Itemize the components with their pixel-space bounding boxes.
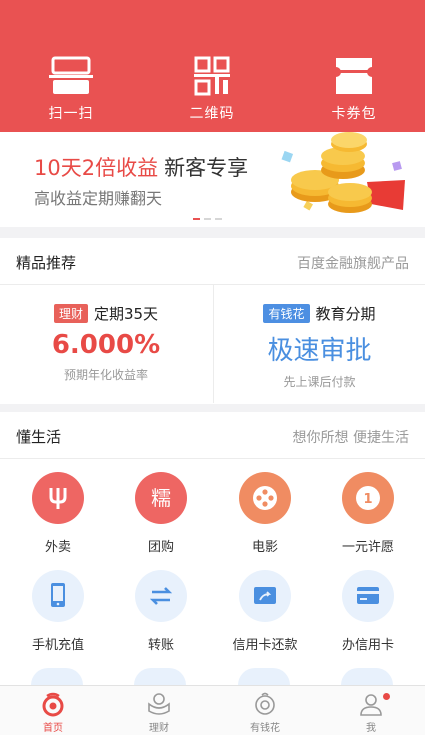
service-partial-icon xyxy=(31,668,83,685)
banner-dot xyxy=(215,218,222,220)
service-partial-icon xyxy=(238,668,290,685)
tab-label: 首页 xyxy=(43,723,63,734)
product-name: 教育分期 xyxy=(315,305,376,323)
product-card-education-loan[interactable]: 有钱花 教育分期 极速审批 先上课后付款 xyxy=(213,285,425,403)
qrcode-icon xyxy=(194,56,230,96)
life-section: 懂生活 想你所想 便捷生活 外卖 糯 团购 电影 1 一元许愿 手机充值 转账 … xyxy=(0,412,425,685)
coin-one-icon: 1 xyxy=(342,472,394,524)
tab-label: 我 xyxy=(366,723,376,734)
product-highlight: 极速审批 xyxy=(267,336,372,366)
service-credit-card-repay[interactable]: 信用卡还款 xyxy=(212,570,318,653)
service-transfer[interactable]: 转账 xyxy=(108,570,214,653)
top-header: 扫一扫 二维码 卡券包 xyxy=(0,0,425,132)
tab-wealth[interactable]: 理财 xyxy=(106,686,212,735)
product-title-row: 有钱花 教育分期 xyxy=(214,303,425,324)
tab-label: 有钱花 xyxy=(250,723,280,734)
service-label: 信用卡还款 xyxy=(232,638,298,653)
service-one-yuan-wish[interactable]: 1 一元许愿 xyxy=(315,472,421,555)
product-list: 理财 定期35天 6.000% 预期年化收益率 有钱花 教育分期 极速审批 先上课后… xyxy=(0,285,425,403)
featured-section: 精品推荐 百度金融旗舰产品 理财 定期35天 6.000% 预期年化收益率 有钱花… xyxy=(0,238,425,404)
banner-title-accent: 10天2倍收益 xyxy=(34,156,159,180)
nuo-icon: 糯 xyxy=(135,472,187,524)
coin-glyph: 1 xyxy=(363,492,372,507)
banner-dot xyxy=(204,218,211,220)
product-tag: 有钱花 xyxy=(263,304,310,323)
banner-subtitle: 高收益定期赚翻天 xyxy=(34,189,163,208)
tab-home[interactable]: 首页 xyxy=(0,686,106,735)
banner-title: 10天2倍收益 新客专享 xyxy=(34,152,248,182)
featured-subtitle: 百度金融旗舰产品 xyxy=(297,256,409,272)
service-phone-topup[interactable]: 手机充值 xyxy=(5,570,111,653)
notification-badge xyxy=(383,693,390,700)
service-label: 手机充值 xyxy=(31,638,84,653)
product-card-fixed-deposit[interactable]: 理财 定期35天 6.000% 预期年化收益率 xyxy=(0,285,212,403)
service-label: 团购 xyxy=(147,540,174,555)
profile-icon xyxy=(360,694,382,716)
service-group-buy[interactable]: 糯 团购 xyxy=(108,472,214,555)
featured-title: 精品推荐 xyxy=(16,254,77,272)
service-partial-icon xyxy=(341,668,393,685)
banner-pagination xyxy=(193,218,226,222)
coupon-icon xyxy=(336,58,372,94)
banner-title-rest: 新客专享 xyxy=(164,156,249,180)
app-screen: 扫一扫 二维码 卡券包 10天2倍收益 新客专享 高收益定期赚翻天 精品推荐 百… xyxy=(0,0,425,735)
life-subtitle: 想你所想 便捷生活 xyxy=(292,430,409,446)
service-label: 办信用卡 xyxy=(341,638,394,653)
service-label: 转账 xyxy=(147,638,174,653)
transfer-icon xyxy=(135,570,187,622)
product-rate: 6.000% xyxy=(51,330,161,360)
card-repay-icon xyxy=(239,570,291,622)
home-icon xyxy=(42,692,64,717)
product-name: 定期35天 xyxy=(93,305,159,323)
service-movie[interactable]: 电影 xyxy=(212,472,318,555)
bottom-tab-bar: 首页 理财 有钱花 我 xyxy=(0,685,425,735)
loan-icon xyxy=(255,692,275,715)
service-apply-credit-card[interactable]: 办信用卡 xyxy=(315,570,421,653)
life-header: 懂生活 想你所想 便捷生活 xyxy=(0,412,425,459)
nuo-glyph: 糯 xyxy=(151,486,171,510)
scan-icon xyxy=(49,56,93,94)
product-description: 预期年化收益率 xyxy=(63,368,148,382)
coupon-label: 卡券包 xyxy=(331,106,377,122)
qrcode-label: 二维码 xyxy=(189,106,235,122)
credit-card-icon xyxy=(342,570,394,622)
service-takeout[interactable]: 外卖 xyxy=(5,472,111,555)
product-description: 先上课后付款 xyxy=(283,375,356,389)
scan-label: 扫一扫 xyxy=(48,106,94,122)
fork-icon xyxy=(32,472,84,524)
wealth-icon xyxy=(148,693,170,715)
qrcode-button[interactable]: 二维码 xyxy=(162,56,262,123)
product-tag: 理财 xyxy=(53,304,88,323)
coins-illustration xyxy=(281,132,405,213)
film-reel-icon xyxy=(239,472,291,524)
service-label: 电影 xyxy=(251,540,278,555)
phone-icon xyxy=(32,570,84,622)
product-title-row: 理财 定期35天 xyxy=(0,303,212,324)
promo-banner[interactable]: 10天2倍收益 新客专享 高收益定期赚翻天 xyxy=(0,132,425,227)
tab-profile[interactable]: 我 xyxy=(318,686,424,735)
service-label: 一元许愿 xyxy=(341,540,394,555)
featured-header: 精品推荐 百度金融旗舰产品 xyxy=(0,238,425,285)
tab-loan[interactable]: 有钱花 xyxy=(212,686,318,735)
service-partial-icon xyxy=(134,668,186,685)
tab-label: 理财 xyxy=(149,723,169,734)
scan-button[interactable]: 扫一扫 xyxy=(21,56,121,123)
banner-dot-active xyxy=(193,218,200,220)
coupon-button[interactable]: 卡券包 xyxy=(304,56,404,123)
life-title: 懂生活 xyxy=(16,428,62,446)
service-label: 外卖 xyxy=(44,540,71,555)
